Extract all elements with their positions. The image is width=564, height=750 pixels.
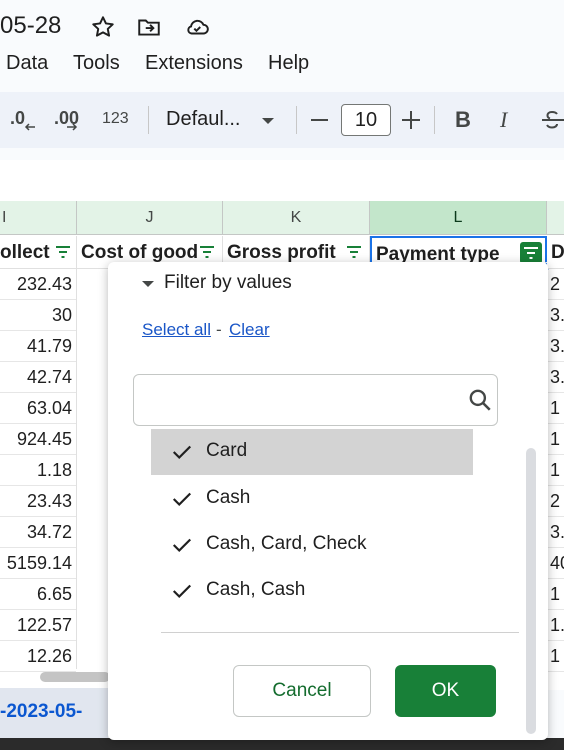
- check-icon: [172, 492, 192, 507]
- cell[interactable]: 3.: [547, 362, 564, 393]
- cell[interactable]: 1: [547, 393, 564, 424]
- toolbar-divider: [296, 106, 297, 134]
- cell[interactable]: 42.74: [0, 362, 76, 393]
- cell[interactable]: 5159.14: [0, 548, 76, 579]
- check-icon: [172, 584, 192, 599]
- menu-tools[interactable]: Tools: [73, 52, 120, 75]
- toolbar-divider: [434, 106, 435, 134]
- menu-extensions[interactable]: Extensions: [145, 52, 243, 75]
- cell[interactable]: 232.43: [0, 269, 76, 300]
- header-label: Cost of good: [81, 242, 199, 263]
- sheet-tab[interactable]: -2023-05-: [0, 701, 82, 723]
- filter-value-option[interactable]: Cash: [151, 476, 473, 522]
- move-folder-icon[interactable]: [136, 14, 162, 40]
- font-size-input[interactable]: 10: [341, 104, 391, 136]
- header-label: ollect: [0, 242, 50, 263]
- menu-data[interactable]: Data: [6, 52, 48, 75]
- cell[interactable]: 2: [547, 269, 564, 300]
- font-family-select[interactable]: Defaul...: [166, 108, 240, 131]
- cell[interactable]: 924.45: [0, 424, 76, 455]
- panel-scrollbar[interactable]: [526, 448, 536, 734]
- header-cell-m[interactable]: D: [547, 236, 564, 269]
- filter-value-option[interactable]: Cash, Cash: [151, 568, 473, 614]
- cell[interactable]: 1: [547, 424, 564, 455]
- column-header-k[interactable]: K: [223, 201, 370, 235]
- cell[interactable]: 2: [547, 486, 564, 517]
- filter-by-values-heading[interactable]: Filter by values: [164, 272, 292, 294]
- italic-button[interactable]: I: [500, 107, 507, 133]
- menu-help[interactable]: Help: [268, 52, 309, 75]
- cell[interactable]: 41.79: [0, 331, 76, 362]
- header-cell-amount-collected[interactable]: ollect: [0, 236, 77, 269]
- bold-button[interactable]: B: [455, 107, 471, 133]
- star-icon[interactable]: [90, 14, 116, 40]
- font-dropdown-caret-icon[interactable]: [262, 118, 274, 124]
- toolbar: .0 .00 123 Defaul... 10 B I: [0, 92, 564, 148]
- filter-value-label: Cash, Cash: [206, 579, 306, 600]
- filter-value-label: Cash: [206, 487, 251, 508]
- search-icon[interactable]: [467, 387, 493, 413]
- cell[interactable]: 1: [547, 455, 564, 486]
- filter-value-label: Card: [206, 440, 248, 461]
- cloud-saved-icon[interactable]: [184, 14, 210, 40]
- menu-bar: Data Tools Extensions Help: [0, 48, 564, 82]
- cell[interactable]: 1.18: [0, 455, 76, 486]
- filter-icon[interactable]: [346, 245, 362, 259]
- link-separator: -: [216, 320, 222, 339]
- cell[interactable]: 40: [547, 548, 564, 579]
- cell[interactable]: 3.: [547, 300, 564, 331]
- cell[interactable]: 1: [547, 641, 564, 672]
- cell[interactable]: 12.26: [0, 641, 76, 672]
- toolbar-divider: [148, 106, 149, 134]
- clear-link[interactable]: Clear: [229, 320, 270, 340]
- arrow-left-icon: [24, 123, 35, 131]
- increase-font-size-icon[interactable]: [402, 111, 420, 129]
- column-header-i[interactable]: I: [0, 201, 77, 235]
- filter-icon[interactable]: [199, 245, 215, 259]
- cell[interactable]: 1: [547, 579, 564, 610]
- list-divider: [161, 632, 519, 633]
- filter-icon: [524, 247, 538, 259]
- ok-button[interactable]: OK: [395, 665, 496, 717]
- cell[interactable]: 3.: [547, 517, 564, 548]
- filter-by-values-panel: Filter by values Select all - Clear Card…: [108, 262, 548, 740]
- collapse-caret-icon[interactable]: [142, 281, 154, 287]
- horizontal-scrollbar[interactable]: [40, 672, 110, 682]
- filter-value-option[interactable]: Cash, Card, Check: [151, 522, 473, 568]
- column-header-m[interactable]: [547, 201, 564, 235]
- check-icon: [172, 445, 192, 460]
- column-header-l[interactable]: L: [370, 201, 547, 235]
- cell[interactable]: 6.65: [0, 579, 76, 610]
- filter-icon[interactable]: [55, 245, 71, 259]
- select-all-link[interactable]: Select all: [142, 320, 211, 340]
- check-icon: [172, 538, 192, 553]
- cell[interactable]: 3.: [547, 331, 564, 362]
- filter-search-input[interactable]: [133, 374, 498, 426]
- increase-decimal-button[interactable]: .00: [54, 108, 79, 131]
- strikethrough-icon[interactable]: [540, 108, 564, 132]
- cell[interactable]: 1.: [547, 610, 564, 641]
- cell[interactable]: 122.57: [0, 610, 76, 641]
- cell[interactable]: 34.72: [0, 517, 76, 548]
- title-bar: 05-28: [0, 0, 564, 48]
- grid-line: [76, 269, 77, 669]
- cell[interactable]: 30: [0, 300, 76, 331]
- active-filter-button[interactable]: [520, 242, 542, 264]
- filter-value-option[interactable]: Card: [151, 429, 473, 475]
- cell[interactable]: 23.43: [0, 486, 76, 517]
- arrow-right-icon: [67, 123, 78, 131]
- decrease-decimal-button[interactable]: .0: [10, 108, 35, 131]
- cell[interactable]: 63.04: [0, 393, 76, 424]
- decrease-font-size-icon[interactable]: [311, 119, 328, 121]
- column-header-j[interactable]: J: [77, 201, 223, 235]
- decrease-decimal-label: .0: [10, 108, 26, 128]
- header-label: Gross profit: [227, 242, 336, 263]
- cancel-button[interactable]: Cancel: [233, 665, 371, 717]
- number-format-button[interactable]: 123: [102, 110, 129, 128]
- filter-value-label: Cash, Card, Check: [206, 533, 367, 554]
- document-title[interactable]: 05-28: [0, 12, 61, 40]
